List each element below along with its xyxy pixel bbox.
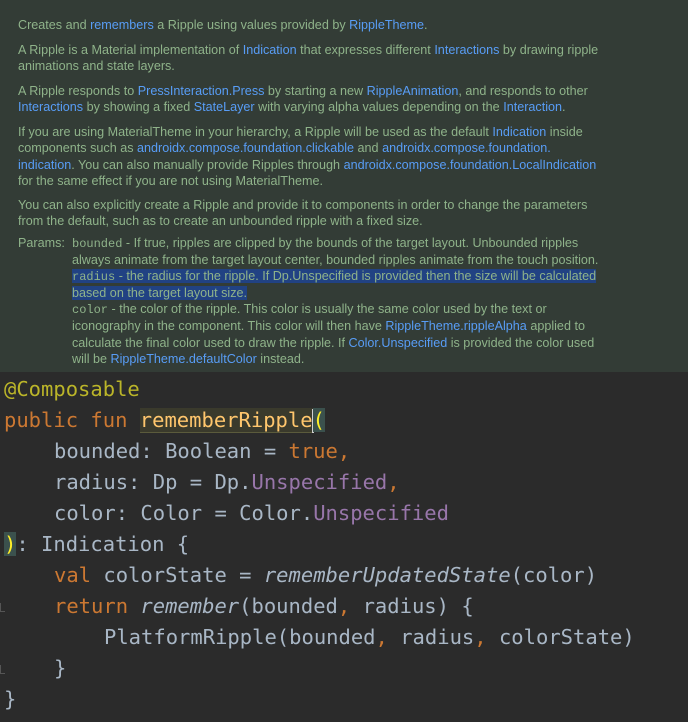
param-name-radius: radius [72, 270, 116, 284]
code-line-return[interactable]: return remember(bounded, radius) { [54, 591, 474, 622]
doc-paragraph-2: A Ripple is a Material implementation of… [18, 43, 599, 74]
link-ripple-alpha[interactable]: RippleTheme.rippleAlpha [385, 319, 526, 333]
link-indication-2[interactable]: Indication [492, 125, 546, 139]
link-ripple-theme[interactable]: RippleTheme [349, 18, 424, 32]
link-indication[interactable]: Indication [243, 43, 297, 57]
code-line-close-inner[interactable]: } [54, 653, 66, 684]
matched-open-paren: ( [312, 408, 325, 432]
link-foundation[interactable]: androidx.compose.foundation. [382, 141, 551, 155]
param-name-bounded: bounded [72, 237, 123, 251]
link-clickable[interactable]: androidx.compose.foundation.clickable [137, 141, 354, 155]
link-press-interaction[interactable]: PressInteraction.Press [138, 84, 265, 98]
code-editor[interactable]: @Composable public fun rememberRipple( b… [0, 372, 688, 722]
link-default-color[interactable]: RippleTheme.defaultColor [111, 352, 257, 366]
link-local-indication[interactable]: androidx.compose.foundation.LocalIndicat… [344, 158, 597, 172]
code-line-platform-ripple[interactable]: PlatformRipple(bounded, radius, colorSta… [104, 622, 635, 653]
link-ripple-animation[interactable]: RippleAnimation [367, 84, 459, 98]
param-radius: radius - the radius for the ripple. If D… [72, 269, 597, 301]
code-line-close-outer[interactable]: } [4, 684, 16, 715]
param-color: color - the color of the ripple. This co… [72, 302, 595, 366]
doc-paragraph-5: You can also explicitly create a Ripple … [18, 198, 588, 229]
params-label: Params: [18, 236, 65, 250]
code-line-annotation[interactable]: @Composable [4, 374, 140, 405]
link-remembers[interactable]: remembers [90, 18, 154, 32]
code-line-param-color[interactable]: color: Color = Color.Unspecified [54, 498, 449, 529]
doc-paragraph-3: A Ripple responds to PressInteraction.Pr… [18, 84, 588, 115]
param-name-color: color [72, 303, 109, 317]
fold-marker-icon[interactable] [0, 603, 5, 612]
doc-paragraph-1: Creates and remembers a Ripple using val… [18, 18, 428, 32]
link-color-unspecified[interactable]: Color.Unspecified [349, 336, 448, 350]
fold-marker-icon[interactable] [0, 665, 5, 674]
code-line-return-type[interactable]: ): Indication { [4, 529, 189, 560]
code-line-val-colorstate[interactable]: val colorState = rememberUpdatedState(co… [54, 560, 597, 591]
link-interactions[interactable]: Interactions [434, 43, 499, 57]
link-interactions-2[interactable]: Interactions [18, 100, 83, 114]
code-line-signature[interactable]: public fun rememberRipple( [4, 405, 325, 436]
function-name[interactable]: rememberRipple [139, 408, 313, 433]
doc-paragraph-4: If you are using MaterialTheme in your h… [18, 125, 597, 188]
param-bounded: bounded - If true, ripples are clipped b… [72, 236, 599, 268]
matched-close-paren: ) [4, 532, 17, 556]
link-indication-3[interactable]: indication [18, 158, 71, 172]
code-line-param-bounded[interactable]: bounded: Boolean = true, [54, 436, 350, 467]
code-line-param-radius[interactable]: radius: Dp = Dp.Unspecified, [54, 467, 400, 498]
link-state-layer[interactable]: StateLayer [194, 100, 255, 114]
documentation-popup: Creates and remembers a Ripple using val… [0, 0, 688, 372]
link-interaction[interactable]: Interaction [503, 100, 562, 114]
